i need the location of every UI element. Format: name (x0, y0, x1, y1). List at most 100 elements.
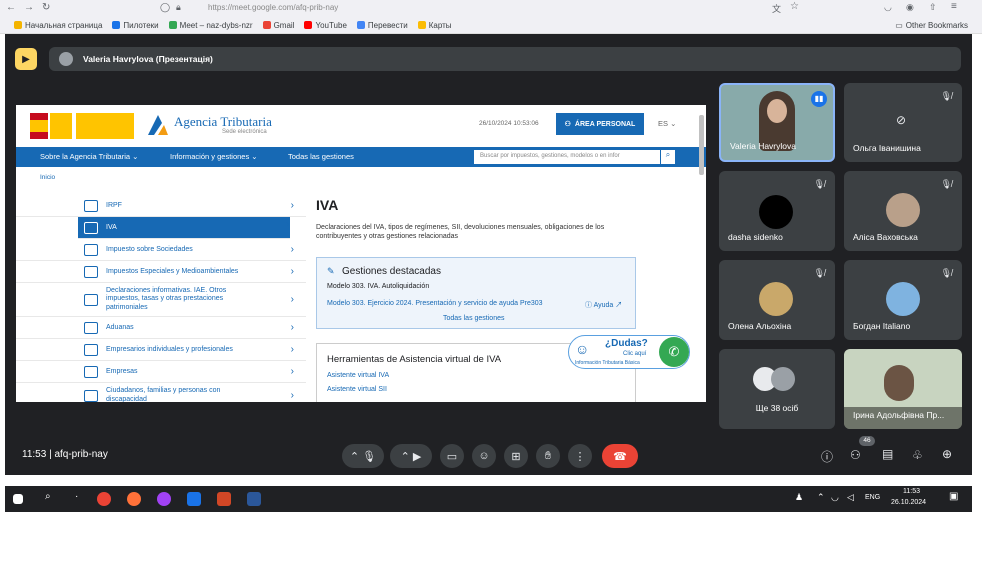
asistente-iva-link[interactable]: Asistente virtual IVA (327, 372, 389, 379)
gestiones-item-1[interactable]: Modelo 303. IVA. Autoliquidación (327, 283, 429, 290)
participant-tile-olga[interactable]: 🎙︎̸ ⊘ Ольга Іванишина (844, 83, 962, 162)
camera-button[interactable]: ⌃ ▶ (390, 444, 432, 468)
emoji-button[interactable]: ☺ (472, 444, 496, 468)
bookmark-item[interactable]: Начальная страница (14, 21, 102, 30)
participant-tile-iryna[interactable]: Ірина Адольфівна Пр... (844, 349, 962, 429)
tray-time[interactable]: 11:53 (903, 488, 920, 495)
chevron-up-tray-icon[interactable]: ⌃ (817, 492, 825, 503)
nav-item-todas[interactable]: Todas las gestiones (288, 152, 354, 161)
ayuda-link[interactable]: ⓘ Ayuda ↗ (585, 300, 622, 310)
ministry-logo (50, 113, 72, 139)
back-icon[interactable]: ← (6, 2, 16, 13)
end-call-button[interactable]: ☎︎ (602, 444, 638, 468)
activities-icon[interactable]: ♧ (912, 448, 923, 462)
scrollbar[interactable] (699, 115, 704, 175)
document-icon (84, 265, 98, 278)
chrome-icon[interactable] (97, 492, 111, 506)
firefox-icon[interactable] (127, 492, 141, 506)
participant-tile-dasha[interactable]: 🎙︎̸ dasha sidenko (719, 171, 835, 251)
participant-tile-olena[interactable]: 🎙︎̸ Олена Альохіна (719, 260, 835, 340)
menu-item-declaraciones[interactable]: Declaraciones informativas. IAE. Otros i… (16, 283, 306, 317)
bookmark-item[interactable]: Перевести (356, 21, 408, 30)
participant-tile-more[interactable]: Ще 38 осіб (719, 349, 835, 429)
translate-icon[interactable]: 文 (772, 2, 781, 15)
extensions-icon[interactable]: ⇧ (929, 2, 937, 13)
area-personal-button[interactable]: ⚇ ÁREA PERSONAL (556, 113, 644, 135)
menu-icon[interactable]: ≡ (951, 1, 957, 12)
asistente-sii-link[interactable]: Asistente virtual SII (327, 386, 387, 393)
chat-icon[interactable]: ▤ (882, 447, 893, 461)
info-icon[interactable]: ⓘ (821, 448, 833, 465)
host-controls-icon[interactable]: ⊕ (942, 447, 952, 461)
participant-name: Олена Альохіна (728, 321, 792, 331)
site-name: Agencia Tributaria (174, 114, 272, 129)
bookmark-item[interactable]: YouTube (304, 21, 347, 30)
menu-item-iva[interactable]: IVA (78, 217, 290, 239)
dudas-widget[interactable]: ☺ ¿Dudas? Clic aquí Información Tributar… (568, 335, 690, 369)
reload-icon[interactable]: ↻ (42, 2, 50, 13)
menu-item-empresas[interactable]: Empresas › (16, 361, 306, 383)
explorer-icon[interactable] (187, 492, 201, 506)
chevron-up-icon: ⌃ (400, 450, 410, 463)
pocket-icon[interactable]: ◡ (884, 2, 892, 13)
menu-item-aduanas[interactable]: Aduanas › (16, 317, 306, 339)
breadcrumb[interactable]: Inicio (40, 174, 55, 181)
search-input[interactable]: Buscar por impuestos, gestiones, modelos… (474, 150, 660, 164)
menu-item-irpf[interactable]: IRPF › (16, 195, 306, 217)
participant-tile-valeria[interactable]: ▮▮ Valeria Havrylova (719, 83, 835, 162)
todas-link[interactable]: Todas las gestiones (443, 315, 504, 322)
gestiones-item-2[interactable]: Modelo 303. Ejercicio 2024. Presentación… (327, 300, 543, 307)
raise-hand-button[interactable]: ✋︎ (536, 444, 560, 468)
menu-item-sociedades[interactable]: Impuesto sobre Sociedades › (16, 239, 306, 261)
other-bookmarks[interactable]: ▭ Other Bookmarks (895, 21, 968, 30)
nav-item-sobre[interactable]: Sobre la Agencia Tributaria ⌄ (40, 152, 138, 161)
tray-date[interactable]: 26.10.2024 (891, 499, 926, 506)
nav-item-informacion[interactable]: Información y gestiones ⌄ (170, 152, 258, 161)
bookmark-item[interactable]: Gmail (262, 21, 294, 30)
star-icon[interactable]: ☆ (790, 1, 799, 12)
more-vert-icon: ⋮ (574, 450, 586, 463)
participant-name: Богдан Italiano (853, 321, 911, 331)
menu-label: Impuestos Especiales y Medioambientales (106, 268, 239, 275)
present-icon[interactable]: ▶ (15, 48, 37, 70)
present-button[interactable]: ⊞ (504, 444, 528, 468)
document-icon (84, 243, 98, 256)
participant-tile-bogdan[interactable]: 🎙︎̸ Богдан Italiano (844, 260, 962, 340)
word-icon[interactable] (247, 492, 261, 506)
captions-button[interactable]: ▭ (440, 444, 464, 468)
chevron-up-icon: ⌃ (349, 450, 360, 463)
mic-button[interactable]: ⌃ 🎙︎ (342, 444, 384, 468)
account-icon[interactable]: ◉ (906, 2, 914, 13)
bookmark-item[interactable]: Карты (417, 20, 452, 30)
speaking-icon: ▮▮ (811, 91, 827, 107)
participant-tile-alisa[interactable]: 🎙︎̸ Аліса Ваховська (844, 171, 962, 251)
mic-off-icon: 🎙︎̸ (940, 179, 952, 189)
mic-off-icon: 🎙︎̸ (813, 268, 825, 278)
app-icon[interactable] (157, 492, 171, 506)
more-options-button[interactable]: ⋮ (568, 444, 592, 468)
people-icon[interactable]: ⚇ (850, 448, 861, 462)
document-icon (84, 293, 98, 306)
language-select[interactable]: ES ⌄ (658, 119, 676, 128)
bookmark-item[interactable]: Пилотеки (112, 21, 159, 30)
powerpoint-icon[interactable] (217, 492, 231, 506)
menu-item-especiales[interactable]: Impuestos Especiales y Medioambientales › (16, 261, 306, 283)
user-tray-icon[interactable]: ♟ (795, 492, 803, 503)
participant-name: Valeria Havrylova (730, 141, 796, 151)
bookmark-label: Карты (428, 20, 452, 30)
search-taskbar-icon[interactable]: ⌕ (45, 491, 51, 502)
network-icon[interactable]: ◡ (831, 492, 839, 503)
volume-icon[interactable]: ◁ (847, 492, 854, 503)
search-icon[interactable]: ⌕ (661, 150, 675, 164)
address-input[interactable]: https://meet.google.com/afq-prib-nay (208, 3, 338, 12)
windows-start-icon[interactable] (13, 494, 23, 504)
page-title: IVA (316, 197, 339, 213)
menu-item-ciudadanos[interactable]: Ciudadanos, familias y personas con disc… (16, 383, 306, 402)
language-indicator[interactable]: ENG (865, 494, 880, 501)
notifications-icon[interactable]: ▣ (949, 491, 958, 502)
menu-item-empresarios[interactable]: Empresarios individuales y profesionales… (16, 339, 306, 361)
bookmark-item[interactable]: Meet – naz-dybs-nzr (168, 21, 253, 30)
url-bar: ← → ↻ ◯ 🔒︎ https://meet.google.com/afq-p… (0, 0, 982, 16)
forward-icon[interactable]: → (24, 2, 34, 13)
phone-icon[interactable]: ✆ (659, 337, 689, 367)
